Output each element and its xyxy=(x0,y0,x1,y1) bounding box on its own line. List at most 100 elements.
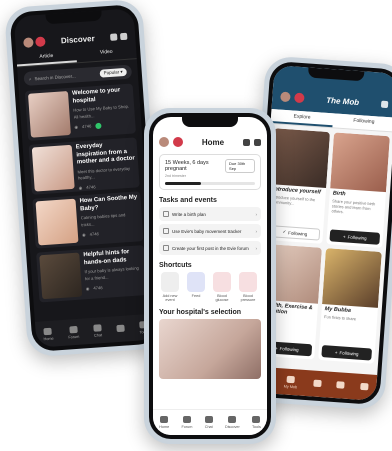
nav-chat[interactable] xyxy=(313,379,322,389)
task-item[interactable]: Write a birth plan › xyxy=(159,207,261,221)
chevron-right-icon: › xyxy=(255,245,258,251)
nav-tools[interactable] xyxy=(360,382,369,392)
grid-icon xyxy=(252,416,261,423)
bell-icon[interactable] xyxy=(242,138,250,146)
nav-discover[interactable] xyxy=(116,324,125,334)
shortcut-label: Feed xyxy=(191,294,201,298)
view-count: 4746 xyxy=(86,184,96,191)
nav-discover[interactable]: Discover xyxy=(225,416,240,429)
bell-icon[interactable] xyxy=(380,100,389,108)
hospital-logo-icon xyxy=(35,36,46,48)
task-label: Write a birth plan xyxy=(172,211,206,217)
search-bar[interactable]: ⌕ Search in Discover... Popular ▾ xyxy=(23,64,133,87)
article-card[interactable]: How Can Soothe My Baby? Calming babies ti… xyxy=(32,191,144,249)
group-card[interactable]: Birth Share your positive birth stories … xyxy=(326,132,390,249)
checkbox[interactable] xyxy=(163,211,169,217)
home-icon xyxy=(43,327,53,335)
checkbox[interactable] xyxy=(163,245,169,251)
nav-home[interactable]: Home xyxy=(159,416,169,429)
home-screen: Home 15 Weeks, 6 days pregnant Due 30th S… xyxy=(153,117,267,435)
article-title: Helpful hints for hands-on dads xyxy=(83,249,130,266)
nav-label: Discover xyxy=(224,425,240,429)
view-count: 4746 xyxy=(93,284,103,291)
group-card[interactable]: My Bubba Fun firsts to share + Following xyxy=(318,248,382,364)
hospital-logo-icon xyxy=(294,92,305,104)
trimester-label: 2nd trimester xyxy=(165,174,186,178)
hospital-image[interactable] xyxy=(159,319,261,379)
avatar[interactable] xyxy=(280,91,291,103)
drop-icon xyxy=(213,272,231,292)
shortcut-add-event[interactable]: Add new event xyxy=(159,272,181,302)
article-card[interactable]: Everyday inspiration from a mother and a… xyxy=(28,137,140,195)
following-button[interactable]: ✓ Following xyxy=(269,225,321,241)
following-button[interactable]: + Following xyxy=(321,345,373,361)
nav-home[interactable]: Home xyxy=(43,327,54,341)
pregnancy-progress[interactable]: 15 Weeks, 6 days pregnant Due 30th Sep 2n… xyxy=(159,154,261,190)
progress-fill xyxy=(165,182,201,185)
nav-label: My Mob xyxy=(283,384,298,389)
nav-forum[interactable]: Forum xyxy=(181,416,192,429)
nav-forum[interactable]: Forum xyxy=(68,325,79,339)
grid-icon xyxy=(360,382,369,390)
article-image xyxy=(35,198,79,246)
chevron-right-icon: › xyxy=(255,211,258,217)
compass-icon xyxy=(228,416,237,423)
due-date-badge: Due 30th Sep xyxy=(225,159,255,173)
button-label: Following xyxy=(279,345,299,352)
compass-icon xyxy=(116,324,125,332)
nav-discover[interactable] xyxy=(336,380,346,391)
group-desc: Share your positive birth stories and le… xyxy=(331,198,376,215)
phone-home: Home 15 Weeks, 6 days pregnant Due 30th S… xyxy=(144,108,276,444)
shortcut-feed[interactable]: Feed xyxy=(185,272,207,302)
tab-video[interactable]: Video xyxy=(76,44,137,62)
article-desc: How to Use My Baby to Shop. All health..… xyxy=(73,103,130,120)
nav-tools[interactable]: Tools xyxy=(252,416,261,429)
nav-chat[interactable]: Chat xyxy=(93,323,102,337)
bell-icon[interactable] xyxy=(109,32,118,41)
task-label: Use Evie's baby movement tracker xyxy=(172,228,242,234)
article-title: Everyday inspiration from a mother and a… xyxy=(75,142,135,166)
group-image xyxy=(270,128,331,188)
page-title: The Mob xyxy=(326,95,360,107)
following-button[interactable]: + Following xyxy=(329,229,381,245)
search-input[interactable]: Search in Discover... xyxy=(34,73,76,81)
progress-bar xyxy=(165,182,255,185)
shortcut-blood-pressure[interactable]: Blood pressure xyxy=(237,272,259,302)
sort-dropdown[interactable]: Popular ▾ xyxy=(99,67,127,78)
article-card[interactable]: Helpful hints for hands-on dads If your b… xyxy=(36,245,148,303)
shortcuts-row: Add new event Feed Blood glucose Blood p… xyxy=(159,272,261,302)
nav-my-mob[interactable]: My Mob xyxy=(284,375,298,389)
notch xyxy=(182,117,238,127)
forum-icon xyxy=(182,416,191,423)
article-card[interactable]: Welcome to your hospital How to Use My Ba… xyxy=(24,83,137,141)
info-icon[interactable] xyxy=(119,32,128,40)
article-title: How Can Soothe My Baby? xyxy=(79,194,138,212)
group-image xyxy=(322,248,382,308)
article-image xyxy=(39,252,83,300)
avatar[interactable] xyxy=(23,37,34,48)
task-item[interactable]: Use Evie's baby movement tracker › xyxy=(159,224,261,238)
weeks-label: 15 Weeks, 6 days pregnant xyxy=(165,160,209,172)
shortcut-label: Add new event xyxy=(162,294,178,302)
mob-icon xyxy=(286,375,296,383)
eye-icon: ◉ xyxy=(81,231,86,238)
nav-label: Home xyxy=(43,336,54,341)
chat-icon xyxy=(204,416,213,423)
compass-icon xyxy=(336,380,346,389)
button-label: Following xyxy=(288,229,308,237)
nav-label: Forum xyxy=(181,425,193,429)
tab-article[interactable]: Article xyxy=(16,48,77,67)
checkbox[interactable] xyxy=(163,228,169,234)
nav-chat[interactable]: Chat xyxy=(205,416,213,429)
phone-discover: Discover Article Video ⌕ Search in Disco… xyxy=(3,0,167,358)
info-icon[interactable] xyxy=(253,138,261,146)
article-title: Welcome to your hospital xyxy=(71,87,121,105)
shortcut-blood-glucose[interactable]: Blood glucose xyxy=(211,272,233,302)
search-icon: ⌕ xyxy=(28,75,32,82)
avatar[interactable] xyxy=(159,137,169,147)
task-item[interactable]: Create your first post in the Evie forum… xyxy=(159,241,261,255)
home-icon xyxy=(160,416,169,423)
forum-icon xyxy=(69,325,78,333)
button-label: Following xyxy=(339,349,359,357)
bottom-nav: Home Forum Chat Discover Tools xyxy=(153,409,267,435)
